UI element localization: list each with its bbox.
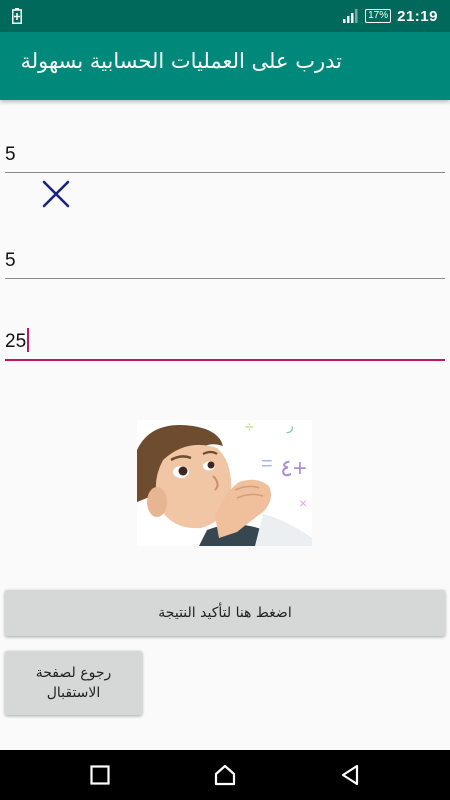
home-icon[interactable]: [214, 764, 236, 786]
clock: 21:19: [397, 7, 438, 25]
back-to-home-button[interactable]: رجوع لصفحة الاستقبال: [5, 651, 142, 715]
first-operand-field[interactable]: 5: [5, 138, 445, 173]
svg-text:٤+: ٤+: [280, 455, 307, 482]
second-operand-value: 5: [5, 250, 16, 271]
svg-text:=: =: [261, 453, 273, 475]
result-value: 25: [5, 331, 27, 352]
text-cursor: [27, 328, 30, 352]
signal-icon: [343, 9, 358, 23]
confirm-result-button[interactable]: اضغط هنا لتأكيد النتيجة: [5, 590, 445, 636]
second-operand-field[interactable]: 5: [5, 244, 445, 279]
svg-text:ر: ر: [286, 420, 294, 434]
status-bar: 17% 21:19: [0, 0, 450, 32]
recents-square-icon[interactable]: [90, 765, 110, 785]
app-bar: تدرب على العمليات الحسابية بسهولة: [0, 32, 450, 100]
battery-indicator: 17%: [365, 9, 392, 23]
svg-text:÷: ÷: [245, 420, 254, 436]
multiply-icon: [42, 180, 70, 208]
app-title: تدرب على العمليات الحسابية بسهولة: [20, 49, 342, 73]
back-triangle-icon[interactable]: [340, 764, 360, 786]
confirm-result-label: اضغط هنا لتأكيد النتيجة: [158, 605, 292, 621]
svg-text:×: ×: [299, 495, 307, 511]
thinking-child-image: ÷ ر = ٤+ ×: [137, 420, 312, 546]
result-input[interactable]: 25: [5, 325, 445, 361]
back-to-home-label: رجوع لصفحة الاستقبال: [35, 665, 112, 701]
first-operand-value: 5: [5, 144, 16, 165]
navigation-bar: [0, 750, 450, 800]
battery-charging-icon: [12, 8, 22, 24]
